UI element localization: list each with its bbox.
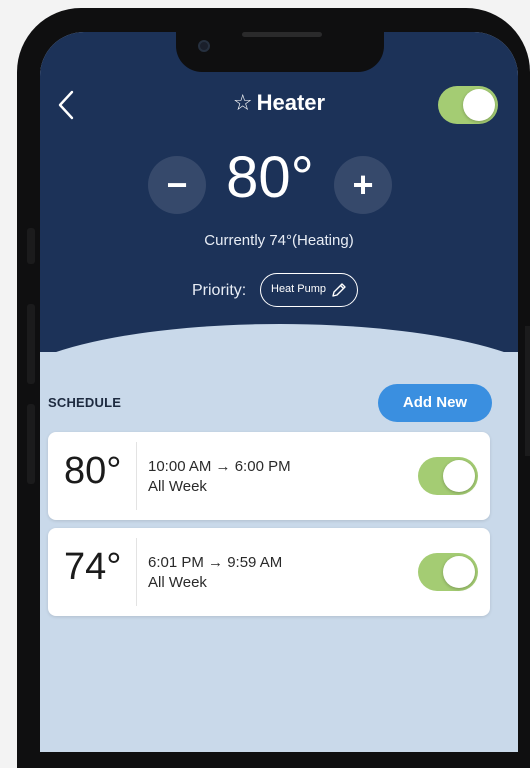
volume-up-button xyxy=(27,304,35,384)
schedule-toggle[interactable] xyxy=(418,553,478,591)
priority-selector[interactable]: Heat Pump xyxy=(260,273,358,307)
schedule-heading: SCHEDULE xyxy=(48,395,122,410)
mute-switch xyxy=(27,228,35,264)
front-camera xyxy=(198,40,210,52)
schedule-time-range: 6:01 PM → 9:59 AM xyxy=(148,554,283,571)
priority-value: Heat Pump xyxy=(271,283,327,295)
star-outline-icon[interactable]: ☆ xyxy=(233,90,253,115)
volume-down-button xyxy=(27,404,35,484)
schedule-card[interactable]: 80° 10:00 AM → 6:00 PM All Week xyxy=(48,432,490,520)
priority-label: Priority: xyxy=(192,282,247,299)
decrease-temp-button[interactable]: − xyxy=(148,156,206,214)
setpoint-value: 80° xyxy=(226,145,314,210)
schedule-temp: 74° xyxy=(64,546,122,588)
schedule-temp: 80° xyxy=(64,450,122,492)
app-screen: ☆ Heater − 80° + Currently 74°(Heating) P… xyxy=(40,32,518,752)
schedule-toggle[interactable] xyxy=(418,457,478,495)
current-status: Currently 74°(Heating) xyxy=(204,232,354,249)
add-new-button[interactable]: Add New xyxy=(378,384,492,422)
toggle-knob xyxy=(443,556,475,588)
toggle-knob xyxy=(463,89,495,121)
card-divider xyxy=(136,442,137,510)
schedule-time-range: 10:00 AM → 6:00 PM xyxy=(148,458,291,475)
card-divider xyxy=(136,538,137,606)
toggle-knob xyxy=(443,460,475,492)
increase-temp-button[interactable]: + xyxy=(334,156,392,214)
power-button xyxy=(525,326,530,456)
notch xyxy=(176,32,384,72)
speaker-grille xyxy=(242,32,322,37)
schedule-days: All Week xyxy=(148,478,207,495)
page-title: Heater xyxy=(256,90,326,115)
schedule-days: All Week xyxy=(148,574,207,591)
pencil-icon xyxy=(330,281,348,299)
schedule-card[interactable]: 74° 6:01 PM → 9:59 AM All Week xyxy=(48,528,490,616)
power-toggle[interactable] xyxy=(438,86,498,124)
